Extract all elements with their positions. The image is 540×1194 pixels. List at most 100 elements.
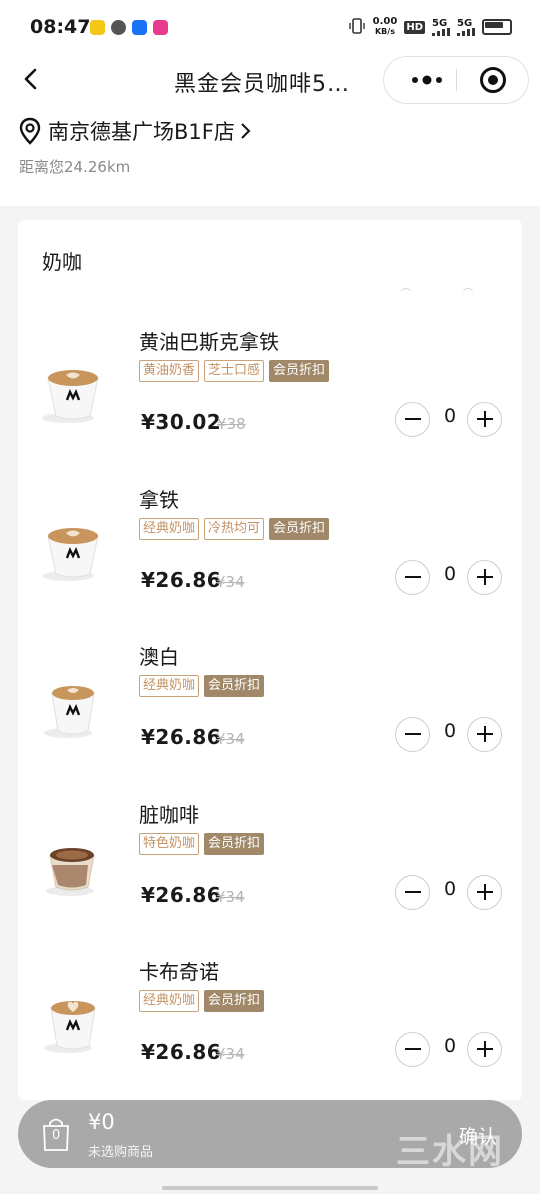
status-bar: 08:47 0.00 KB/s HD 5G 5G — [0, 0, 540, 56]
capsule-divider — [456, 69, 457, 91]
status-right: 0.00 KB/s HD 5G 5G — [348, 17, 512, 37]
net-speed-value: 0.00 — [372, 16, 398, 27]
quantity-stepper: 0 — [395, 717, 503, 753]
decrease-button[interactable] — [395, 717, 430, 752]
flat-white-cup-icon — [44, 686, 95, 738]
member-discount-tag: 会员折扣 — [269, 518, 330, 540]
quantity-stepper: 0 — [395, 560, 503, 596]
dirty-coffee-cup-icon — [46, 848, 95, 896]
store-distance: 距离您24.26km — [19, 158, 131, 176]
back-arrow-icon — [24, 68, 37, 90]
product-price: ¥26.86 — [141, 725, 222, 749]
chevron-right-icon — [241, 123, 251, 139]
battery-icon — [482, 19, 512, 35]
product-item[interactable]: 黄油巴斯克拿铁 黄油奶香 芝士口感 会员折扣 ¥30.02 ¥38 0 — [18, 326, 522, 476]
original-price: ¥34 — [216, 1045, 245, 1063]
decrease-button[interactable] — [395, 402, 430, 437]
product-name: 拿铁 — [139, 488, 179, 512]
product-item[interactable]: 脏咖啡 特色奶咖 会员折扣 ¥26.86 ¥34 0 — [18, 799, 522, 949]
page-title: 黑金会员咖啡5… — [174, 72, 350, 97]
status-time: 08:47 — [30, 16, 91, 38]
signal-bars-icon — [432, 27, 450, 36]
product-tag: 黄油奶香 — [139, 360, 200, 382]
signal-5g-2: 5G — [457, 17, 475, 36]
cart-count: 0 — [52, 1128, 61, 1143]
vibrate-icon — [348, 17, 366, 37]
product-price: ¥26.86 — [141, 1040, 222, 1064]
increase-button[interactable] — [467, 717, 502, 752]
category-title: 奶咖 — [42, 250, 82, 274]
product-tag: 特色奶咖 — [139, 833, 200, 855]
increase-button[interactable] — [467, 1032, 502, 1067]
product-tag: 冷热均可 — [204, 518, 265, 540]
header: 黑金会员咖啡5… 南京德基广场B1F店 距离您24.26km — [0, 56, 540, 206]
signal-5g-2-label: 5G — [457, 17, 473, 29]
store-selector[interactable]: 南京德基广场B1F店 — [18, 116, 253, 146]
decrease-button[interactable] — [395, 560, 430, 595]
product-price: ¥30.02 — [141, 410, 222, 434]
app-icon — [153, 20, 168, 35]
quantity-stepper: 0 — [395, 402, 503, 438]
original-price: ¥38 — [217, 415, 246, 433]
quantity-value: 0 — [443, 563, 457, 585]
quantity-value: 0 — [443, 878, 457, 900]
original-price: ¥34 — [216, 888, 245, 906]
quantity-value: 0 — [443, 720, 457, 742]
quantity-stepper: 0 — [395, 1032, 503, 1068]
home-indicator[interactable] — [162, 1186, 378, 1190]
product-name: 黄油巴斯克拿铁 — [139, 330, 279, 354]
watermark: 三水网 — [396, 1132, 504, 1172]
product-item[interactable]: 卡布奇诺 经典奶咖 会员折扣 ¥26.86 ¥34 0 — [18, 956, 522, 1100]
product-tags: 特色奶咖 会员折扣 — [139, 833, 265, 855]
member-discount-tag: 会员折扣 — [204, 833, 265, 855]
product-name: 澳白 — [139, 645, 179, 669]
product-tags: 经典奶咖 冷热均可 会员折扣 — [139, 518, 330, 540]
message-icon — [111, 20, 126, 35]
product-item[interactable]: 拿铁 经典奶咖 冷热均可 会员折扣 ¥26.86 ¥34 0 — [18, 484, 522, 634]
product-name: 脏咖啡 — [139, 803, 199, 827]
cart-hint: 未选购商品 — [88, 1145, 154, 1160]
zhihu-icon — [132, 20, 147, 35]
signal-bars-icon — [457, 27, 475, 36]
increase-button[interactable] — [467, 560, 502, 595]
decrease-button[interactable] — [395, 1032, 430, 1067]
increase-button[interactable] — [467, 875, 502, 910]
back-button[interactable] — [16, 64, 50, 98]
product-name: 卡布奇诺 — [139, 960, 219, 984]
latte-cup-icon — [42, 528, 99, 581]
member-discount-tag: 会员折扣 — [269, 360, 330, 382]
quantity-value: 0 — [443, 1035, 457, 1057]
product-tag: 经典奶咖 — [139, 518, 200, 540]
hd-badge: HD — [404, 20, 425, 34]
net-speed-unit: KB/s — [374, 27, 395, 36]
cappuccino-cup-icon — [44, 1001, 96, 1053]
product-tags: 黄油奶香 芝士口感 会员折扣 — [139, 360, 330, 382]
more-button[interactable] — [402, 57, 452, 103]
product-tag: 经典奶咖 — [139, 675, 200, 697]
location-pin-icon — [19, 117, 41, 145]
increase-button[interactable] — [467, 402, 502, 437]
notification-icons — [90, 20, 168, 35]
store-name: 南京德基广场B1F店 — [48, 120, 235, 144]
quantity-value: 0 — [443, 405, 457, 427]
target-icon — [480, 67, 506, 93]
product-tags: 经典奶咖 会员折扣 — [139, 990, 265, 1012]
original-price: ¥34 — [216, 573, 245, 591]
member-discount-tag: 会员折扣 — [204, 675, 265, 697]
more-dots-icon — [412, 75, 442, 85]
product-tag: 经典奶咖 — [139, 990, 200, 1012]
miniprogram-capsule — [383, 56, 529, 104]
cart-total: ¥0 — [88, 1110, 115, 1134]
weibo-icon — [90, 20, 105, 35]
menu-card: 奶咖 ⌒⌒ 黄油巴斯克拿铁 黄油奶香 芝士口感 会员折扣 ¥30.02 ¥38 … — [18, 220, 522, 1100]
product-item[interactable]: 澳白 经典奶咖 会员折扣 ¥26.86 ¥34 0 — [18, 641, 522, 791]
product-tags: 经典奶咖 会员折扣 — [139, 675, 265, 697]
scroll-hint: ⌒⌒ — [401, 289, 522, 300]
product-price: ¥26.86 — [141, 883, 222, 907]
member-discount-tag: 会员折扣 — [204, 990, 265, 1012]
latte-cup-icon — [42, 370, 99, 423]
net-speed: 0.00 KB/s — [373, 17, 398, 37]
original-price: ¥34 — [216, 730, 245, 748]
close-miniprogram-button[interactable] — [478, 65, 508, 95]
decrease-button[interactable] — [395, 875, 430, 910]
